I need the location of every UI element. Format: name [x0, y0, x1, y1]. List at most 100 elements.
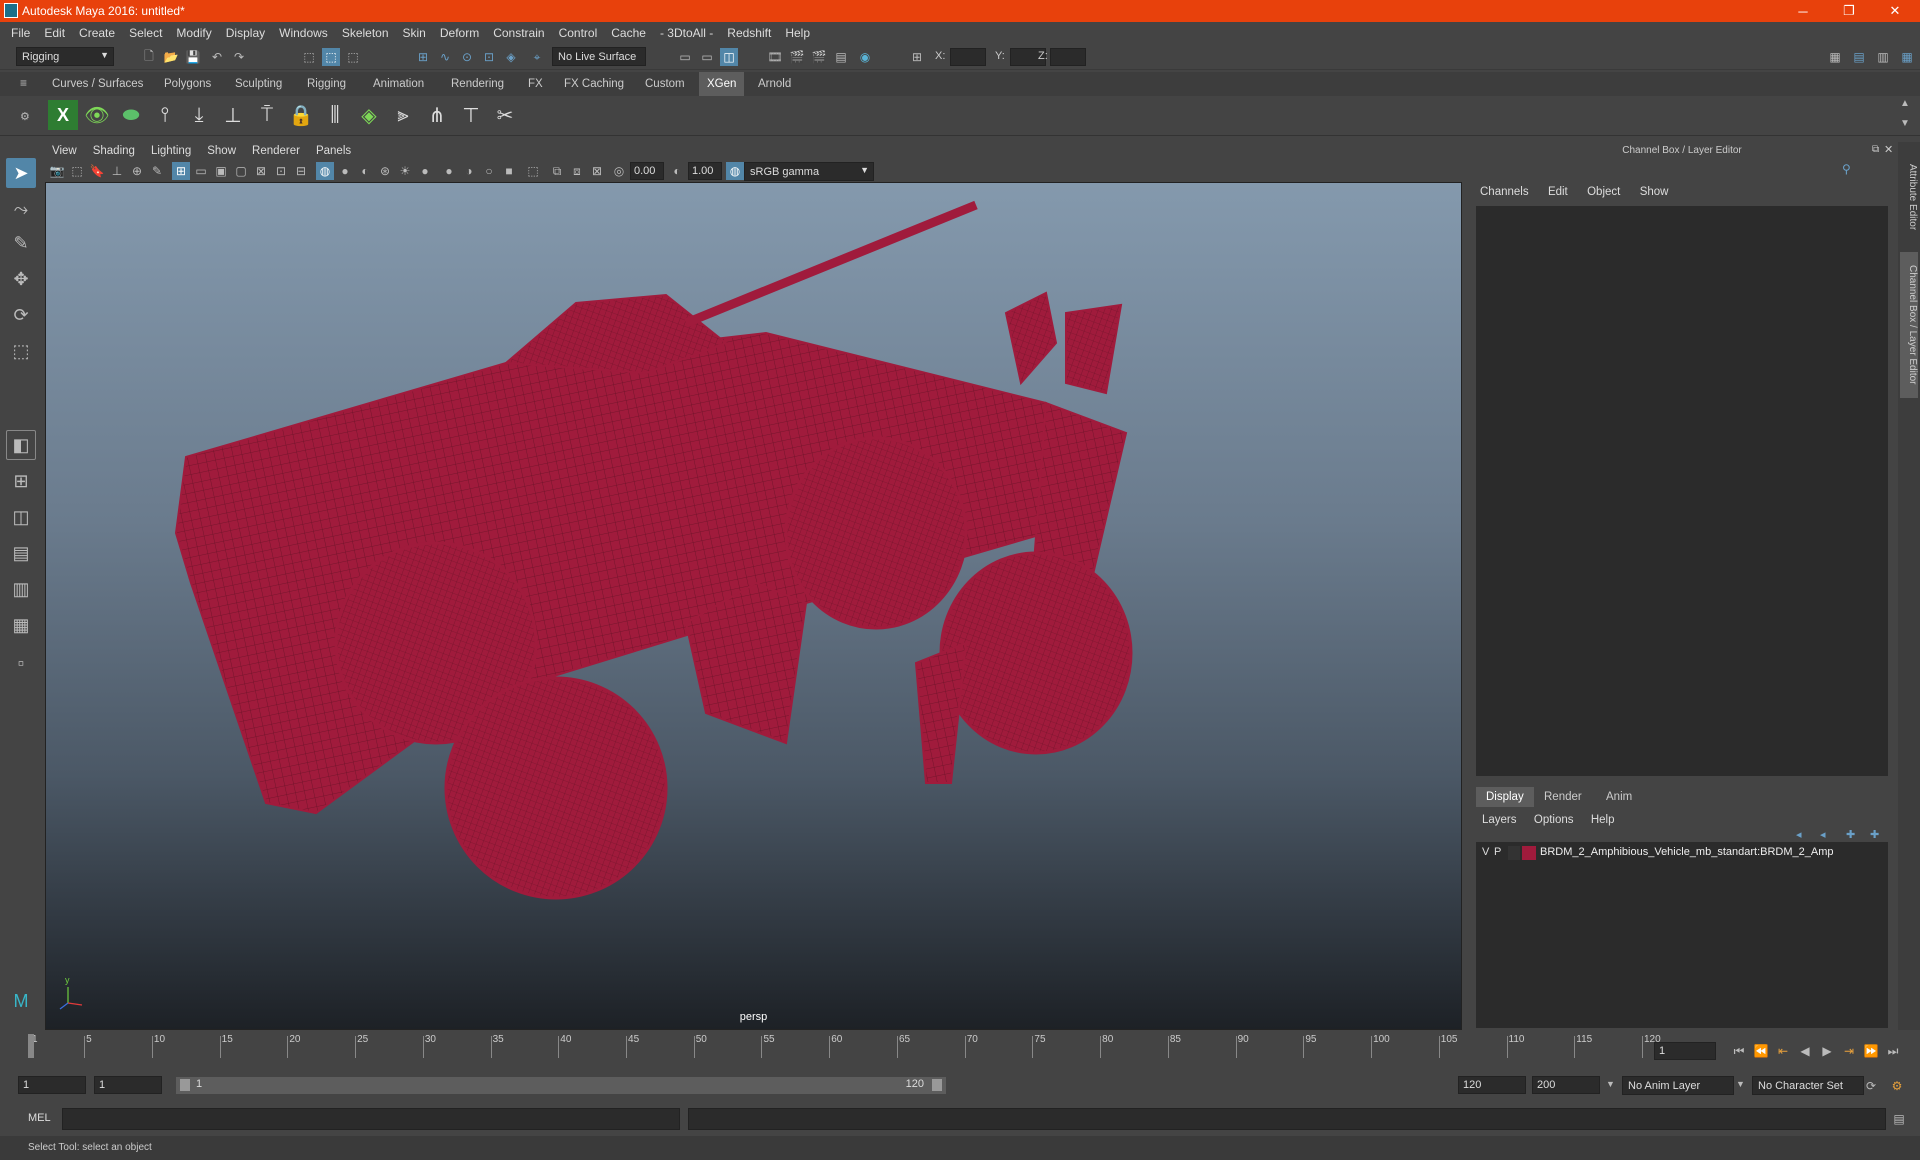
camera-select-icon[interactable]: 📷 [48, 162, 66, 180]
xray-components-icon[interactable]: ⊠ [588, 162, 606, 180]
object-menu[interactable]: Object [1587, 186, 1620, 198]
input-ops-icon[interactable]: ▭ [676, 48, 694, 66]
minimize-button[interactable]: ─ [1780, 0, 1826, 22]
tab-anim[interactable]: Anim [1596, 787, 1642, 807]
field-chart-icon[interactable]: ⊠ [252, 162, 270, 180]
safe-action-icon[interactable]: ⊡ [272, 162, 290, 180]
single-perspective-layout-icon[interactable]: ◧ [6, 430, 36, 460]
menu-skin[interactable]: Skin [396, 26, 433, 40]
menu-windows[interactable]: Windows [272, 26, 335, 40]
xgen-cut-icon[interactable]: ✂ [490, 100, 520, 130]
tab-arnold[interactable]: Arnold [750, 72, 799, 96]
menu-modify[interactable]: Modify [169, 26, 218, 40]
range-start-handle[interactable] [180, 1079, 190, 1091]
attribute-editor-toggle-icon[interactable]: ▤ [1850, 48, 1868, 66]
four-view-layout-icon[interactable]: ⊞ [6, 466, 36, 496]
gamma-field[interactable]: 1.00 [688, 162, 722, 180]
tab-channel-box-layer-editor[interactable]: Channel Box / Layer Editor [1900, 252, 1918, 398]
grease-pencil-icon[interactable]: ✎ [148, 162, 166, 180]
image-plane-icon[interactable]: ⊥ [108, 162, 126, 180]
vehicle-wireframe[interactable]: y [46, 183, 1461, 1029]
tab-animation[interactable]: Animation [365, 72, 432, 96]
panel-menu-panels[interactable]: Panels [308, 145, 359, 157]
menu-display[interactable]: Display [219, 26, 272, 40]
anim-layer-dropdown[interactable]: No Anim Layer [1622, 1076, 1734, 1095]
auto-key-icon[interactable]: ⟳ [1862, 1077, 1880, 1095]
current-frame-marker[interactable] [28, 1034, 34, 1058]
xgen-groom-icon[interactable]: ⋔ [422, 100, 452, 130]
panel-menu-shading[interactable]: Shading [85, 145, 143, 157]
live-surface-field[interactable]: No Live Surface [552, 47, 646, 66]
menuset-dropdown[interactable]: Rigging ▼ [16, 47, 114, 66]
move-tool-icon[interactable]: ✥ [6, 264, 36, 294]
color-management-icon[interactable]: ◍ [726, 162, 744, 180]
move-layer-down-icon[interactable]: ◂ [1820, 828, 1826, 841]
xgen-layer-icon[interactable]: ◈ [354, 100, 384, 130]
script-editor-icon[interactable]: ▤ [1890, 1110, 1908, 1128]
menu-select[interactable]: Select [122, 26, 169, 40]
xgen-add-icon[interactable]: ⊥ [218, 100, 248, 130]
render-view-icon[interactable]: 🎞 [766, 48, 784, 66]
new-empty-layer-icon[interactable]: ✚ [1846, 828, 1855, 841]
playback-end-field[interactable]: 120 [1458, 1076, 1526, 1094]
tab-xgen[interactable]: XGen [699, 72, 745, 96]
perspective-viewport[interactable]: y persp [45, 182, 1462, 1030]
motion-blur-icon[interactable]: ◑ [460, 162, 478, 180]
wireframe-on-shaded-icon[interactable]: ◐ [356, 162, 374, 180]
hypershade-icon[interactable]: ◉ [856, 48, 874, 66]
transform-mode-icon[interactable]: ⊞ [908, 48, 926, 66]
xgen-add-guide-icon[interactable]: ⫯ [150, 100, 180, 130]
construction-history-icon[interactable]: ◫ [720, 48, 738, 66]
move-layer-up-icon[interactable]: ◂ [1796, 828, 1802, 841]
float-panel-icon[interactable]: ⧉ [1872, 144, 1879, 155]
tab-rendering[interactable]: Rendering [443, 72, 512, 96]
menu-help[interactable]: Help [778, 26, 817, 40]
screen-space-ao-icon[interactable]: ● [440, 162, 458, 180]
xray-icon[interactable]: ⧉ [548, 162, 566, 180]
xray-joints-icon[interactable]: ⧈ [568, 162, 586, 180]
panel-menu-show[interactable]: Show [199, 145, 244, 157]
menu-skeleton[interactable]: Skeleton [335, 26, 396, 40]
step-forward-frame-icon[interactable]: ⇥ [1840, 1042, 1858, 1060]
select-hierarchy-icon[interactable]: ⬚ [300, 48, 318, 66]
all-lights-icon[interactable]: ☀ [396, 162, 414, 180]
x-coordinate-field[interactable] [950, 48, 986, 66]
outliner-persp-layout-icon[interactable]: ▤ [6, 538, 36, 568]
scene-end-field[interactable]: 200 [1532, 1076, 1600, 1094]
channel-box-toggle-icon[interactable]: ▦ [1898, 48, 1916, 66]
gamma-icon[interactable]: ◐ [668, 162, 686, 180]
layers-menu[interactable]: Layers [1482, 814, 1517, 826]
safe-title-icon[interactable]: ⊟ [292, 162, 310, 180]
tab-sculpting[interactable]: Sculpting [227, 72, 290, 96]
isolate-select-icon[interactable]: ⬚ [524, 162, 542, 180]
range-end-handle[interactable] [932, 1079, 942, 1091]
tab-render[interactable]: Render [1534, 787, 1592, 807]
menu-3dtoall[interactable]: - 3DtoAll - [653, 26, 720, 40]
paint-select-tool-icon[interactable]: ✎ [6, 228, 36, 258]
play-backwards-icon[interactable]: ◀ [1796, 1042, 1814, 1060]
go-to-start-icon[interactable]: ⏮ [1730, 1042, 1748, 1060]
character-set-dropdown[interactable]: No Character Set [1752, 1076, 1864, 1095]
close-panel-icon[interactable]: ✕ [1884, 143, 1893, 156]
xgen-create-description-icon[interactable]: ⬬ [116, 100, 146, 130]
wireframe-icon[interactable]: ◍ [316, 162, 334, 180]
textured-icon[interactable]: ⊛ [376, 162, 394, 180]
resolution-gate-icon[interactable]: ▣ [212, 162, 230, 180]
two-pane-layout-icon[interactable]: ◫ [6, 502, 36, 532]
channel-list[interactable] [1476, 206, 1888, 776]
menu-constrain[interactable]: Constrain [486, 26, 551, 40]
snap-grid-icon[interactable]: ⊞ [414, 48, 432, 66]
tab-fx-caching[interactable]: FX Caching [556, 72, 632, 96]
options-menu[interactable]: Options [1534, 814, 1574, 826]
step-back-key-icon[interactable]: ⏪ [1752, 1042, 1770, 1060]
snap-curve-icon[interactable]: ∿ [436, 48, 454, 66]
shelf-scroll-down-icon[interactable]: ▼ [1900, 118, 1910, 129]
z-coordinate-field[interactable] [1050, 48, 1086, 66]
film-gate-icon[interactable]: ▭ [192, 162, 210, 180]
tab-rigging[interactable]: Rigging [299, 72, 354, 96]
layer-type-toggle[interactable] [1508, 846, 1520, 860]
xgen-comb-icon[interactable]: ⊤ [456, 100, 486, 130]
menu-file[interactable]: File [4, 26, 37, 40]
tool-settings-toggle-icon[interactable]: ▥ [1874, 48, 1892, 66]
layer-visibility-toggle[interactable]: V [1482, 846, 1489, 858]
